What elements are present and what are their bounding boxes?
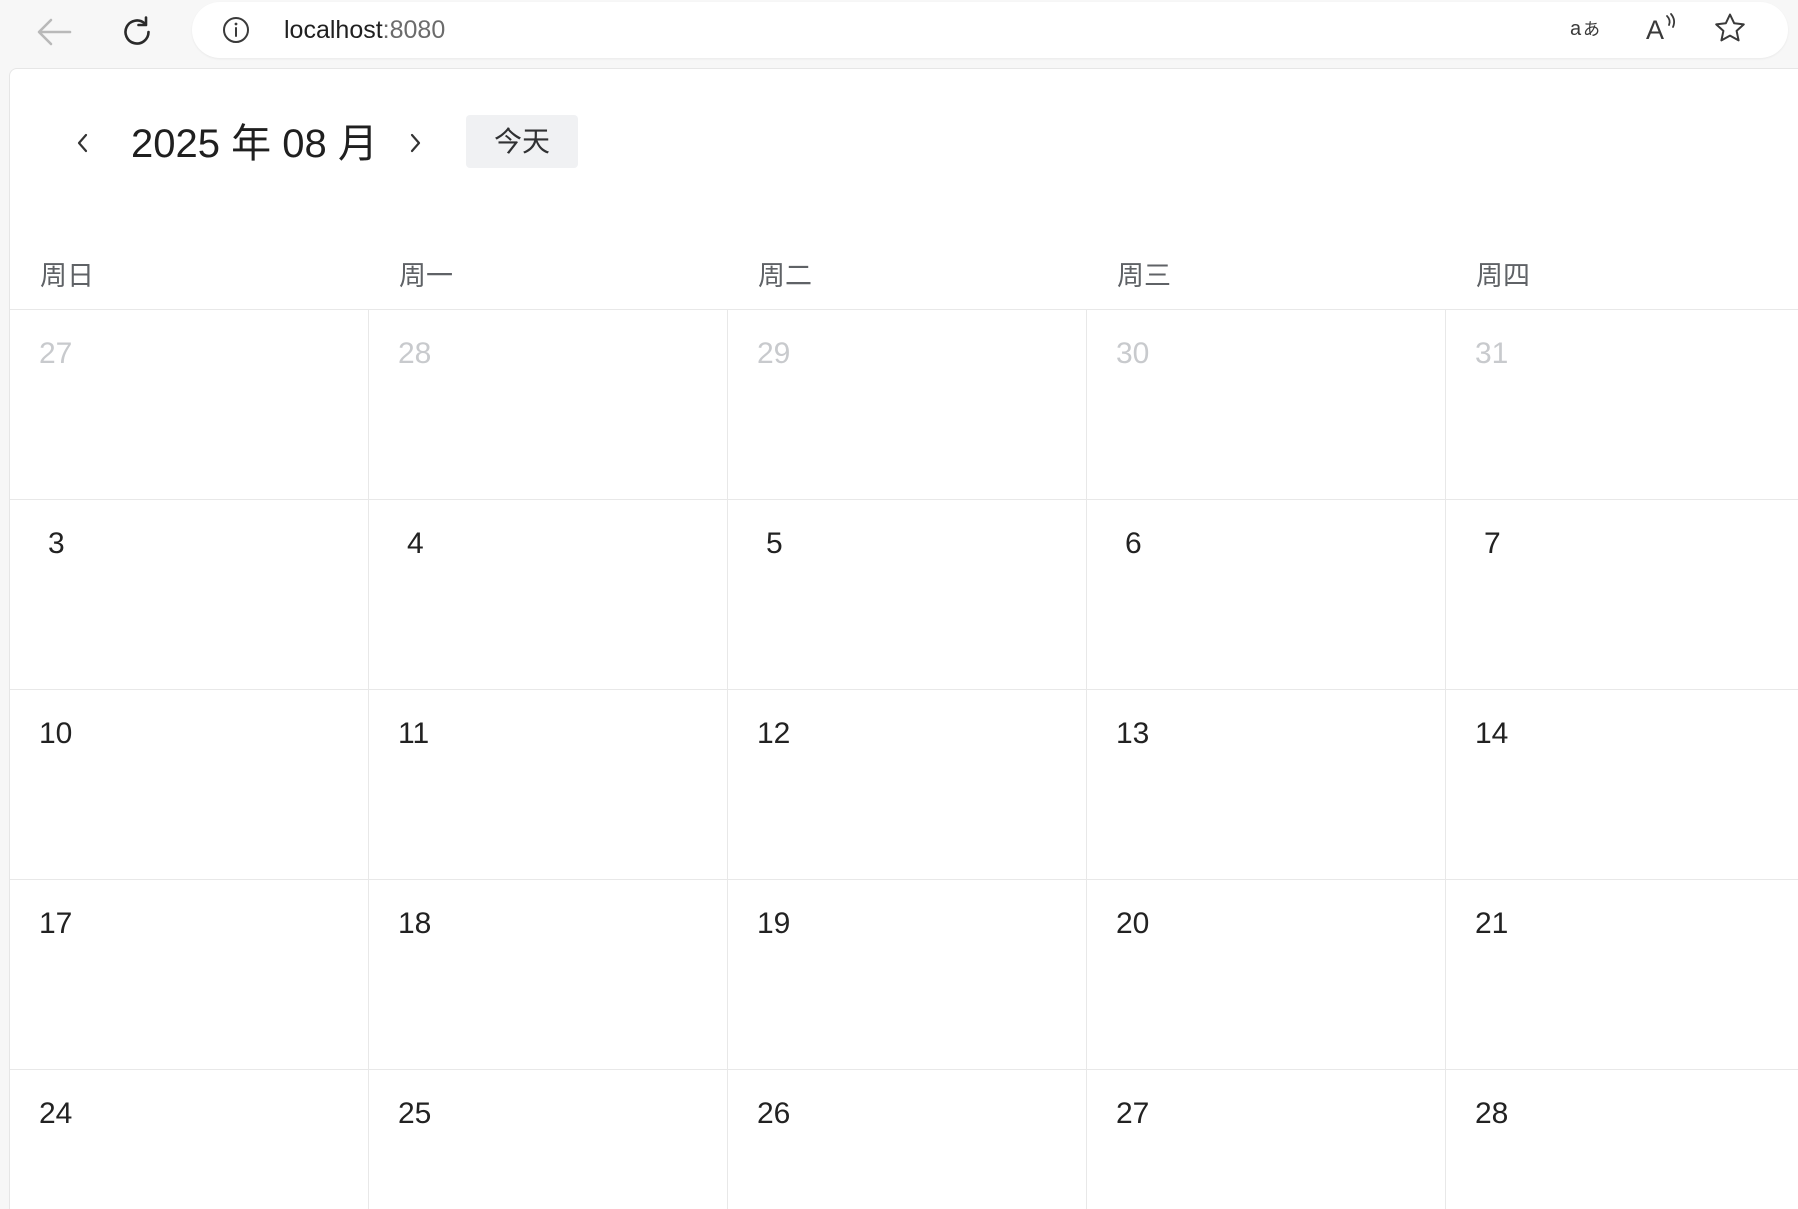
info-icon[interactable] — [222, 16, 250, 44]
day-cell[interactable]: 29 — [728, 310, 1087, 499]
day-number: 19 — [757, 907, 791, 940]
day-cell[interactable]: 11 — [369, 690, 728, 879]
translate-icon: a あ — [1569, 13, 1605, 48]
url-host: localhost — [284, 16, 383, 44]
today-button[interactable]: 今天 — [466, 115, 578, 168]
chevron-left-icon — [75, 132, 89, 159]
day-number: 27 — [39, 337, 73, 370]
day-number: 6 — [1125, 527, 1142, 560]
day-cell[interactable]: 24 — [10, 1070, 369, 1209]
day-number: 29 — [757, 337, 791, 370]
day-number: 17 — [39, 907, 73, 940]
day-number: 26 — [757, 1097, 791, 1130]
favorite-button[interactable] — [1712, 13, 1748, 47]
back-arrow-icon — [36, 17, 72, 47]
day-cell[interactable]: 7 — [1446, 500, 1798, 689]
weekday-thursday: 周四 — [1476, 261, 1530, 291]
day-cell[interactable]: 25 — [369, 1070, 728, 1209]
url-port: :8080 — [382, 16, 446, 44]
day-cell[interactable]: 27 — [10, 310, 369, 499]
day-cell[interactable]: 6 — [1087, 500, 1446, 689]
day-cell[interactable]: 26 — [728, 1070, 1087, 1209]
day-number: 10 — [39, 717, 73, 750]
translate-button[interactable]: a あ — [1569, 13, 1605, 47]
day-cell[interactable]: 12 — [728, 690, 1087, 879]
prev-month-button[interactable] — [62, 125, 102, 165]
next-month-button[interactable] — [396, 125, 436, 165]
day-number: 13 — [1116, 717, 1150, 750]
day-cell[interactable]: 18 — [369, 880, 728, 1069]
week-row: 27 28 29 30 31 — [10, 310, 1798, 500]
day-cell[interactable]: 21 — [1446, 880, 1798, 1069]
day-number: 28 — [1475, 1097, 1509, 1130]
back-button[interactable] — [32, 10, 76, 54]
week-row: 10 11 12 13 14 — [10, 690, 1798, 880]
day-number: 30 — [1116, 337, 1150, 370]
browser-toolbar: localhost:8080 a あ A — [0, 0, 1798, 64]
address-bar[interactable]: localhost:8080 a あ A — [192, 2, 1788, 58]
day-number: 11 — [398, 717, 430, 750]
day-number: 7 — [1484, 527, 1501, 560]
weekday-tuesday: 周二 — [758, 261, 812, 291]
day-number: 5 — [766, 527, 783, 560]
reload-icon — [120, 15, 154, 49]
day-cell[interactable]: 31 — [1446, 310, 1798, 499]
url-text[interactable]: localhost:8080 — [284, 16, 445, 44]
day-number: 27 — [1116, 1097, 1150, 1130]
day-number: 18 — [398, 907, 432, 940]
day-cell[interactable]: 3 — [10, 500, 369, 689]
day-cell[interactable]: 14 — [1446, 690, 1798, 879]
day-cell[interactable]: 27 — [1087, 1070, 1446, 1209]
day-cell[interactable]: 4 — [369, 500, 728, 689]
read-aloud-glyph: A — [1646, 15, 1664, 44]
day-cell[interactable]: 10 — [10, 690, 369, 879]
day-number: 3 — [48, 527, 65, 560]
day-number: 14 — [1475, 717, 1509, 750]
day-number: 20 — [1116, 907, 1150, 940]
weekday-monday: 周一 — [399, 261, 453, 291]
day-cell[interactable]: 17 — [10, 880, 369, 1069]
day-number: 28 — [398, 337, 432, 370]
day-number: 21 — [1475, 907, 1509, 940]
day-number: 4 — [407, 527, 424, 560]
svg-text:a: a — [1570, 18, 1582, 40]
week-row: 17 18 19 20 21 — [10, 880, 1798, 1070]
day-number: 12 — [757, 717, 791, 750]
svg-text:あ: あ — [1583, 20, 1600, 40]
read-aloud-button[interactable]: A — [1644, 12, 1680, 49]
weekday-wednesday: 周三 — [1117, 261, 1171, 291]
day-number: 24 — [39, 1097, 73, 1130]
weekday-header: 周日 周一 周二 周三 周四 — [10, 244, 1798, 310]
weekday-sunday: 周日 — [40, 261, 94, 291]
day-cell[interactable]: 19 — [728, 880, 1087, 1069]
calendar-header: 2025 年 08 月 今天 — [10, 69, 1798, 219]
day-number: 25 — [398, 1097, 432, 1130]
calendar-card: 2025 年 08 月 今天 周日 周一 周二 周三 周四 27 28 29 30 31… — [9, 68, 1798, 1209]
day-number: 31 — [1475, 337, 1509, 370]
day-cell[interactable]: 5 — [728, 500, 1087, 689]
reload-button[interactable] — [115, 10, 159, 54]
day-cell[interactable]: 20 — [1087, 880, 1446, 1069]
week-row: 3 4 5 6 7 — [10, 500, 1798, 690]
read-aloud-icon: A — [1645, 12, 1679, 49]
day-cell[interactable]: 30 — [1087, 310, 1446, 499]
favorite-star-icon — [1713, 12, 1747, 49]
month-title: 2025 年 08 月 — [131, 122, 378, 166]
day-cell[interactable]: 28 — [369, 310, 728, 499]
week-row: 24 25 26 27 28 — [10, 1070, 1798, 1209]
day-cell[interactable]: 28 — [1446, 1070, 1798, 1209]
chevron-right-icon — [409, 132, 423, 159]
day-cell[interactable]: 13 — [1087, 690, 1446, 879]
